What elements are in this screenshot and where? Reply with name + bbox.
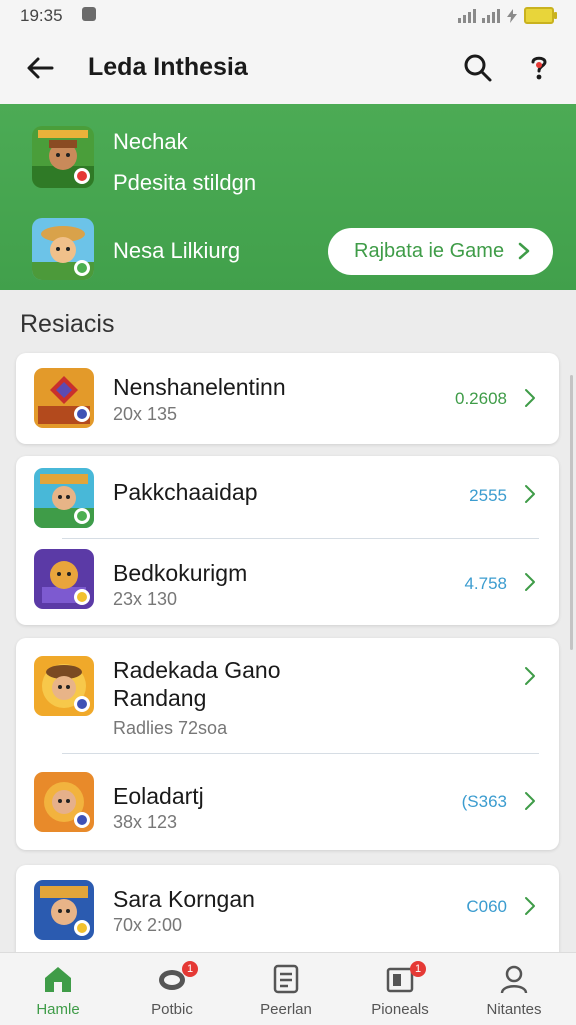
nav-label: Nitantes	[486, 1001, 542, 1018]
status-bar: 19:35	[0, 0, 576, 32]
game-card: Radekada Gano Randang Radlies 72soa Eola…	[16, 638, 559, 850]
featured-game-name-secondary: Nesa Lilkiurg	[113, 238, 241, 263]
game-card: Nenshanelentinn 20x 135 0.2608	[16, 353, 559, 444]
nav-label: Hamle	[36, 1001, 80, 1018]
game-value: 4.758	[464, 574, 507, 593]
search-icon[interactable]	[460, 50, 496, 86]
profile-icon	[500, 965, 528, 994]
game-meta: 20x 135	[113, 404, 178, 424]
game-icon	[34, 880, 94, 940]
status-indicators	[458, 7, 557, 24]
nav-item-chat[interactable]: 1 Potbic	[122, 953, 222, 1025]
battery-icon	[524, 7, 557, 24]
list-item[interactable]: Nenshanelentinn 20x 135 0.2608	[16, 353, 559, 444]
play-game-button[interactable]: Rajbata ie Game	[328, 228, 553, 275]
list-item[interactable]: Radekada Gano Randang Radlies 72soa	[16, 638, 559, 752]
game-icon	[34, 368, 94, 428]
game-card: Sara Korngan 70x 2:00 C060	[16, 865, 559, 965]
notification-badge: 1	[182, 961, 198, 977]
nav-label: Peerlan	[260, 1001, 312, 1018]
game-icon	[34, 468, 94, 528]
game-icon[interactable]	[32, 126, 94, 188]
game-name: Bedkokurigm	[113, 560, 248, 586]
game-icon	[34, 656, 94, 716]
chevron-right-icon	[525, 897, 535, 915]
signal-icon	[482, 8, 500, 23]
flash-icon	[507, 8, 517, 23]
home-icon	[45, 967, 71, 992]
game-meta: 23x 130	[113, 589, 178, 609]
game-meta: Radlies 72soa	[113, 718, 228, 738]
game-icon	[34, 772, 94, 832]
game-value: 0.2608	[455, 389, 507, 408]
notification-icon	[82, 7, 96, 21]
game-value: (S363	[461, 792, 507, 811]
page-title: Leda Inthesia	[88, 53, 248, 81]
back-arrow-icon[interactable]	[22, 50, 58, 86]
chevron-right-icon	[525, 389, 535, 407]
chevron-right-icon	[525, 667, 535, 685]
featured-banner: Nechak Pdesita stildgn Nesa Lilkiurg Raj…	[0, 104, 576, 290]
game-name: Eoladartj	[113, 783, 204, 809]
list-item[interactable]: Sara Korngan 70x 2:00 C060	[16, 865, 559, 951]
nav-label: Pioneals	[371, 1001, 429, 1018]
nav-item-document[interactable]: Peerlan	[236, 953, 336, 1025]
nav-item-profile[interactable]: Nitantes	[464, 953, 564, 1025]
nav-item-cards[interactable]: 1 Pioneals	[350, 953, 450, 1025]
game-icon[interactable]	[32, 218, 94, 280]
game-name: Sara Korngan	[113, 886, 255, 912]
chevron-right-icon	[525, 573, 535, 591]
game-meta: 38x 123	[113, 812, 178, 832]
game-name: Pakkchaaidap	[113, 479, 258, 505]
game-name: Radekada Gano Randang	[113, 657, 281, 711]
game-meta: 70x 2:00	[113, 915, 183, 935]
nav-item-home[interactable]: Hamle	[8, 953, 108, 1025]
nav-label: Potbic	[151, 1001, 193, 1018]
bottom-navigation: Hamle 1 Potbic Peerlan 1 Pioneals Nitant…	[0, 952, 576, 1025]
game-icon	[34, 549, 94, 609]
scrollbar[interactable]	[570, 375, 573, 650]
list-item[interactable]: Pakkchaaidap 2555	[16, 456, 559, 538]
game-card: Pakkchaaidap 2555 Bedkokurigm 23x 130 4.…	[16, 456, 559, 625]
app-bar: Leda Inthesia	[0, 32, 576, 104]
chevron-right-icon	[525, 485, 535, 503]
status-time: 19:35	[20, 6, 63, 25]
signal-icon	[458, 8, 476, 23]
list-item[interactable]: Bedkokurigm 23x 130 4.758	[16, 539, 559, 625]
notification-badge: 1	[410, 961, 426, 977]
featured-game-name: Nechak	[113, 129, 188, 154]
document-icon	[273, 964, 299, 994]
section-title: Resiacis	[20, 310, 115, 338]
play-game-button-label: Rajbata ie Game	[354, 240, 505, 262]
game-name: Nenshanelentinn	[113, 374, 286, 400]
more-info-icon[interactable]	[524, 50, 554, 86]
chevron-right-icon	[525, 792, 535, 810]
chevron-right-icon	[518, 242, 530, 260]
featured-game-subtitle: Pdesita stildgn	[113, 170, 257, 195]
game-value: C060	[466, 897, 507, 916]
list-item[interactable]: Eoladartj 38x 123 (S363	[16, 754, 559, 850]
game-value: 2555	[469, 486, 507, 505]
